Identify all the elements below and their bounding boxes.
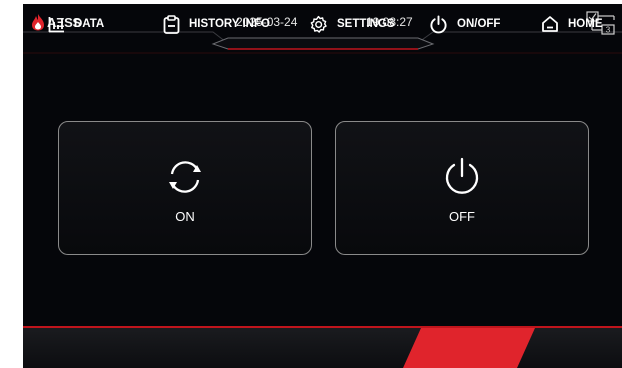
refresh-cycle-icon	[169, 161, 201, 193]
nav-item-home[interactable]: HOME	[541, 4, 603, 44]
clipboard-icon	[163, 14, 180, 34]
off-button[interactable]: OFF	[335, 121, 589, 255]
gear-icon	[310, 15, 327, 33]
nav-label-on-off: ON/OFF	[457, 18, 501, 30]
power-icon	[445, 157, 479, 194]
nav-label-settings: SETTINGS	[337, 18, 395, 30]
off-label: OFF	[449, 209, 475, 224]
home-icon	[542, 16, 558, 32]
network-badge: 3	[606, 26, 611, 35]
nav-item-history-info[interactable]: HISTORY INFO	[163, 4, 270, 44]
nav-item-data[interactable]: DATA	[48, 4, 104, 44]
flame-logo-icon	[32, 14, 44, 31]
on-label: ON	[175, 209, 195, 224]
nav-label-data: DATA	[74, 18, 105, 30]
nav-label-home: HOME	[568, 18, 603, 30]
nav-item-settings[interactable]: SETTINGS	[309, 4, 395, 44]
on-button[interactable]: ON	[58, 121, 312, 255]
power-icon	[430, 14, 447, 33]
nav-item-on-off[interactable]: ON/OFF	[403, 4, 533, 44]
nav-label-history-info: HISTORY INFO	[189, 18, 270, 30]
bar-chart-icon	[48, 16, 64, 32]
device-screen: AΞSS 2025-03-24 19:08:27 3 ON OFF DATA H…	[23, 4, 622, 368]
nav-active-highlight	[403, 328, 535, 368]
